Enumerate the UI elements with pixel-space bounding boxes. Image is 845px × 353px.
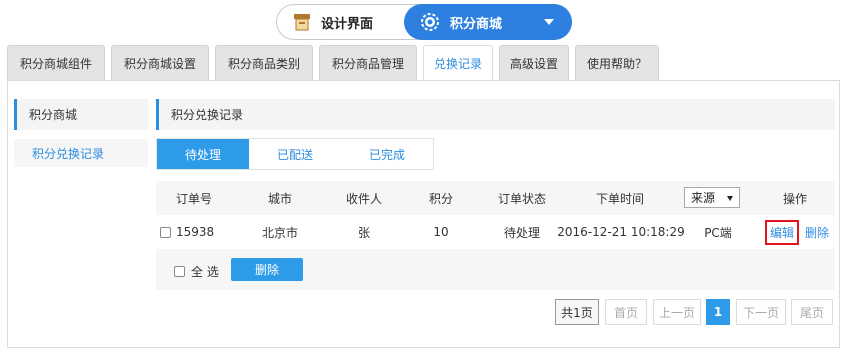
design-icon xyxy=(294,14,310,31)
row-edit-cell: 编辑 xyxy=(762,215,802,249)
content-panel: 积分商城 积分兑换记录 积分兑换记录 待处理 已配送 已完成 订单号 城市 收件… xyxy=(7,80,840,348)
source-select-value: 来源 xyxy=(691,191,716,205)
select-all-group: 全 选 xyxy=(174,263,219,280)
table-header: 订单号 城市 收件人 积分 订单状态 下单时间 来源 操作 xyxy=(156,181,835,215)
source-select[interactable]: 来源 xyxy=(684,187,740,208)
tab-redemption-records[interactable]: 兑换记录 xyxy=(423,45,493,81)
row-delete-cell: 删除 xyxy=(800,215,834,249)
row-checkbox[interactable] xyxy=(160,226,171,238)
bulk-delete-button[interactable]: 删除 xyxy=(231,258,303,281)
tab-components[interactable]: 积分商城组件 xyxy=(7,45,105,80)
pagination-first[interactable]: 首页 xyxy=(605,299,647,325)
design-mode-button[interactable]: 设计界面 xyxy=(277,5,405,39)
row-status: 待处理 xyxy=(503,225,540,240)
header-time: 下单时间 xyxy=(595,191,644,206)
status-tab-shipped[interactable]: 已配送 xyxy=(249,139,341,169)
pagination-last[interactable]: 尾页 xyxy=(791,299,833,325)
chevron-down-icon[interactable] xyxy=(544,19,554,25)
row-recipient: 张 xyxy=(357,225,370,240)
table-row: 15938 北京市 张 10 待处理 2016-12-21 10:18:29 P… xyxy=(156,215,835,249)
tab-advanced-settings[interactable]: 高级设置 xyxy=(499,45,569,80)
header-order-no: 订单号 xyxy=(175,191,212,206)
pagination-total: 共1页 xyxy=(555,299,599,325)
chevron-down-icon xyxy=(727,196,733,201)
mode-toggle: 设计界面 积分商城 xyxy=(276,4,572,40)
main-tabs: 积分商城组件 积分商城设置 积分商品类别 积分商品管理 兑换记录 高级设置 使用… xyxy=(7,45,659,81)
edit-link[interactable]: 编辑 xyxy=(764,219,799,245)
header-actions: 操作 xyxy=(782,191,807,206)
gear-icon xyxy=(421,13,439,31)
delete-link[interactable]: 删除 xyxy=(805,224,829,241)
header-points: 积分 xyxy=(428,191,453,206)
pagination-prev[interactable]: 上一页 xyxy=(653,299,701,325)
mall-mode-button[interactable]: 积分商城 xyxy=(404,4,572,40)
tab-categories[interactable]: 积分商品类别 xyxy=(215,45,313,80)
tab-mall-settings[interactable]: 积分商城设置 xyxy=(111,45,209,80)
mall-mode-label: 积分商城 xyxy=(450,16,503,32)
select-all-label: 全 选 xyxy=(191,265,219,279)
design-mode-label: 设计界面 xyxy=(321,16,374,32)
row-time: 2016-12-21 10:18:29 xyxy=(557,225,685,239)
page-title: 积分兑换记录 xyxy=(156,99,835,130)
status-tabs: 待处理 已配送 已完成 xyxy=(156,138,434,170)
row-order-no: 15938 xyxy=(176,225,215,239)
pagination-current[interactable]: 1 xyxy=(706,299,730,325)
sidebar-item-redemption-records[interactable]: 积分兑换记录 xyxy=(14,139,148,167)
select-all-checkbox[interactable] xyxy=(174,266,185,277)
table-footer: 全 选 删除 xyxy=(156,249,835,290)
row-source: PC端 xyxy=(704,225,732,240)
header-status: 订单状态 xyxy=(497,191,546,206)
status-tab-pending[interactable]: 待处理 xyxy=(157,139,249,169)
tab-help[interactable]: 使用帮助？ xyxy=(575,45,659,80)
row-points: 10 xyxy=(433,225,449,239)
row-city: 北京市 xyxy=(261,225,298,240)
header-city: 城市 xyxy=(267,191,292,206)
row-order-cell: 15938 xyxy=(156,215,226,249)
header-recipient: 收件人 xyxy=(345,191,382,206)
sidebar-title: 积分商城 xyxy=(14,99,148,130)
status-tab-completed[interactable]: 已完成 xyxy=(341,139,433,169)
tab-product-management[interactable]: 积分商品管理 xyxy=(319,45,417,80)
pagination-next[interactable]: 下一页 xyxy=(736,299,786,325)
